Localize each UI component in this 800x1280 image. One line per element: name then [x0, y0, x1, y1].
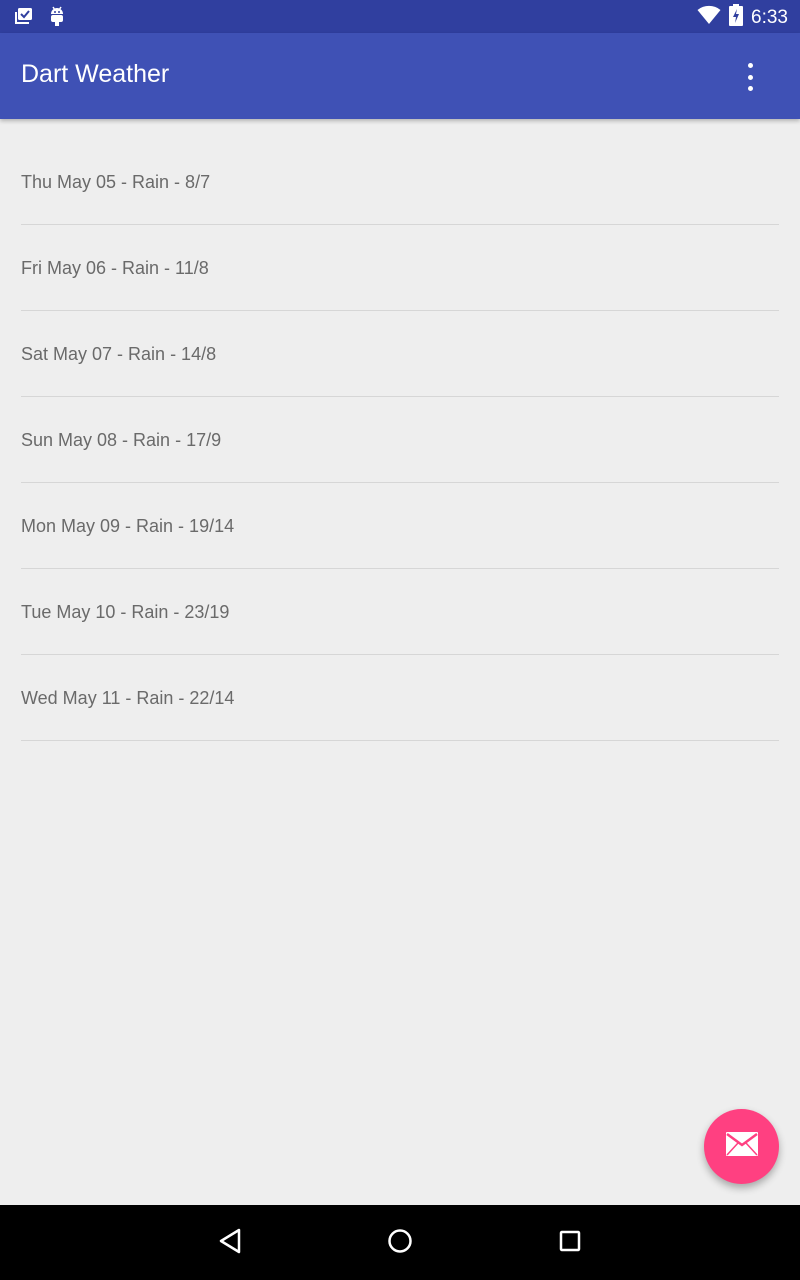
forecast-item-label: Tue May 10 - Rain - 23/19 [21, 602, 230, 622]
forecast-list-item[interactable]: Thu May 05 - Rain - 8/7 [21, 119, 779, 225]
status-time: 6:33 [751, 6, 788, 28]
more-vert-icon-dot [747, 86, 753, 91]
back-icon [217, 1227, 243, 1260]
more-options-button[interactable] [730, 63, 770, 91]
notification-stack-icon [12, 6, 34, 31]
back-button[interactable] [212, 1225, 248, 1261]
forecast-list-item[interactable]: Fri May 06 - Rain - 11/8 [21, 225, 779, 311]
email-icon [725, 1131, 759, 1162]
battery-charging-icon [729, 4, 744, 31]
navigation-bar [0, 1205, 800, 1280]
home-button[interactable] [382, 1225, 418, 1261]
forecast-list-item[interactable]: Sat May 07 - Rain - 14/8 [21, 311, 779, 397]
status-right-icons: 6:33 [697, 4, 788, 31]
email-fab-button[interactable] [704, 1109, 779, 1184]
app-bar: Dart Weather [0, 33, 800, 119]
app-title: Dart Weather [21, 60, 170, 88]
forecast-item-label: Wed May 11 - Rain - 22/14 [21, 688, 235, 708]
forecast-list-item[interactable]: Sun May 08 - Rain - 17/9 [21, 397, 779, 483]
forecast-list-item[interactable]: Tue May 10 - Rain - 23/19 [21, 569, 779, 655]
forecast-item-label: Sat May 07 - Rain - 14/8 [21, 344, 217, 364]
forecast-item-label: Sun May 08 - Rain - 17/9 [21, 430, 222, 450]
wifi-icon [697, 5, 721, 30]
forecast-list-item[interactable]: Mon May 09 - Rain - 19/14 [21, 483, 779, 569]
forecast-list: Thu May 05 - Rain - 8/7 Fri May 06 - Rai… [0, 119, 800, 741]
forecast-item-label: Thu May 05 - Rain - 8/7 [21, 172, 211, 192]
android-icon [48, 5, 66, 32]
recents-icon [557, 1228, 583, 1259]
forecast-list-item[interactable]: Wed May 11 - Rain - 22/14 [21, 655, 779, 741]
screen: 6:33 Dart Weather Thu May 05 - Rain - 8/… [0, 0, 800, 1280]
status-bar: 6:33 [0, 0, 800, 33]
forecast-item-label: Mon May 09 - Rain - 19/14 [21, 516, 235, 536]
status-left-icons [12, 5, 66, 32]
more-vert-icon-dot [747, 63, 753, 68]
recents-button[interactable] [552, 1225, 588, 1261]
home-icon [386, 1227, 414, 1260]
more-vert-icon-dot [747, 74, 753, 80]
forecast-item-label: Fri May 06 - Rain - 11/8 [21, 258, 209, 278]
